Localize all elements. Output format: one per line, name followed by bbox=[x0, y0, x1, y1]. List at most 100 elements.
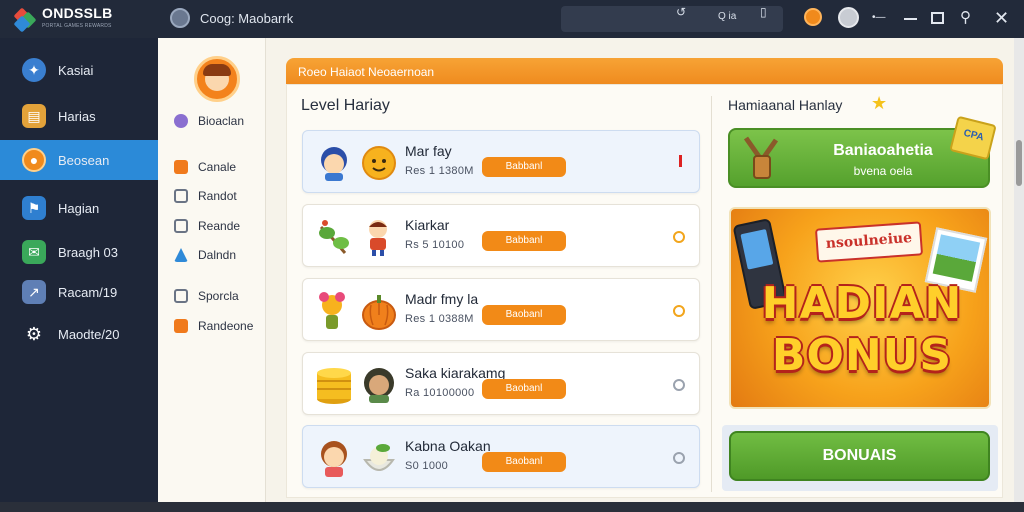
status-marker bbox=[679, 155, 682, 167]
header-banner: Roeo Haiaot Neoaernoan bbox=[286, 58, 1003, 84]
level-row[interactable]: Kabna Oakan S0 1000 Baobanl bbox=[302, 425, 700, 488]
level-name: Madr fmy la bbox=[405, 291, 479, 307]
nav-label: Racam/19 bbox=[58, 284, 118, 300]
level-name: Mar fay bbox=[405, 143, 452, 159]
claim-button[interactable]: Babbanl bbox=[482, 231, 566, 251]
star-icon: ★ bbox=[871, 93, 888, 113]
daily-reward-card[interactable]: Baniaoahetia bvena oela bbox=[728, 128, 990, 188]
nav-label: Harias bbox=[58, 108, 96, 124]
rewards-section-title: Hamiaanal Hanlay bbox=[728, 97, 843, 113]
level-points: Res 1 0388M bbox=[405, 313, 474, 325]
level-row[interactable]: Madr fmy la Res 1 0388M Baobanl bbox=[302, 278, 700, 341]
scrollbar-thumb[interactable] bbox=[1016, 140, 1022, 186]
top-bar: ONDSSLB PORTAL GAMES REWARDS Coog: Maoba… bbox=[0, 0, 1024, 38]
level-name: Kiarkar bbox=[405, 217, 450, 233]
nav-label: Maodte/20 bbox=[58, 326, 120, 342]
search-text[interactable]: Q ia bbox=[718, 11, 736, 22]
search-bar[interactable] bbox=[561, 6, 783, 32]
level-name: Kabna Oakan bbox=[405, 438, 491, 454]
triangle-icon bbox=[174, 248, 188, 262]
profile-icon bbox=[174, 114, 188, 128]
column-divider bbox=[711, 96, 712, 492]
pumpkin-icon bbox=[361, 291, 396, 330]
sub-item-reande[interactable]: Reande bbox=[174, 219, 240, 233]
reward-card-subtitle: bvena oela bbox=[853, 164, 913, 178]
sub-item-sporcla[interactable]: Sporcla bbox=[174, 289, 239, 303]
chart-icon: ↗ bbox=[22, 280, 46, 304]
nav-item-maodte[interactable]: ⚙ Maodte/20 bbox=[0, 314, 158, 354]
coin-stack-icon bbox=[315, 365, 351, 404]
user-menu-icon[interactable]: •— bbox=[872, 8, 886, 28]
claim-button[interactable]: Baobanl bbox=[482, 305, 566, 325]
nav-item-hagian[interactable]: ⚑ Hagian bbox=[0, 188, 158, 228]
bottom-strip bbox=[0, 502, 1024, 512]
tab-title[interactable]: Coog: Maobarrk bbox=[200, 11, 293, 26]
chest-icon: ▤ bbox=[22, 104, 46, 128]
user-avatar[interactable] bbox=[838, 7, 859, 28]
scrollbar-track[interactable] bbox=[1014, 38, 1024, 502]
reward-card-title: Baniaoahetia bbox=[833, 142, 933, 159]
claim-button[interactable]: Babbanl bbox=[482, 157, 566, 177]
app-logo[interactable]: ONDSSLB PORTAL GAMES REWARDS bbox=[13, 5, 113, 33]
logo-name: ONDSSLB bbox=[42, 5, 113, 21]
nav-item-harias[interactable]: ▤ Harias bbox=[0, 96, 158, 136]
level-row[interactable]: Kiarkar Rs 5 10100 Babbanl bbox=[302, 204, 700, 267]
secondary-sidebar: Bioaclan Canale Randot Reande Dalndn Spo… bbox=[158, 38, 266, 512]
mail-icon: ✉ bbox=[22, 240, 46, 264]
maximize-icon[interactable] bbox=[931, 12, 944, 24]
bonus-headline-line1: HADIAN bbox=[761, 278, 963, 329]
claim-button[interactable]: Baobanl bbox=[482, 379, 566, 399]
sub-item-bioaclan[interactable]: Bioaclan bbox=[174, 114, 244, 128]
sub-item-dalndn[interactable]: Dalndn bbox=[174, 248, 236, 262]
nav-item-braagh[interactable]: ✉ Braagh 03 bbox=[0, 232, 158, 272]
flag-icon: ⚑ bbox=[22, 196, 46, 220]
level-row[interactable]: Mar fay Res 1 1380M Babbanl bbox=[302, 130, 700, 193]
search-icon[interactable]: ⚲ bbox=[960, 8, 971, 28]
level-points: Res 1 1380M bbox=[405, 165, 474, 177]
logo-subtitle: PORTAL GAMES REWARDS bbox=[42, 23, 112, 29]
status-circle-icon[interactable] bbox=[673, 231, 685, 243]
level-points: S0 1000 bbox=[405, 460, 449, 472]
bonus-headline-line2: BONUS bbox=[771, 330, 953, 381]
sub-item-randot[interactable]: Randot bbox=[174, 189, 237, 203]
plant-icon bbox=[315, 217, 349, 255]
refresh-icon[interactable]: ↺ bbox=[676, 5, 686, 19]
coin-icon: ● bbox=[22, 148, 46, 172]
profile-avatar[interactable] bbox=[194, 56, 240, 102]
bonus-button[interactable]: BONUAIS bbox=[729, 431, 990, 481]
character-avatar-icon bbox=[361, 217, 395, 256]
gamepad-icon: ✦ bbox=[22, 58, 46, 82]
doc-icon bbox=[174, 189, 188, 203]
character-avatar-icon bbox=[317, 143, 351, 181]
minimize-icon[interactable] bbox=[904, 18, 917, 20]
main-sidebar: ✦ Kasiai ▤ Harias ● Beosean ⚑ Hagian ✉ B… bbox=[0, 38, 158, 512]
star-icon bbox=[174, 160, 188, 174]
logo-icon bbox=[13, 7, 37, 33]
level-row[interactable]: Saka kiarakamg Ra 10100000 Baobanl bbox=[302, 352, 700, 415]
status-circle-icon[interactable] bbox=[673, 452, 685, 464]
gift-icon bbox=[174, 319, 188, 333]
nav-label: Kasiai bbox=[58, 62, 94, 78]
level-section-title: Level Hariay bbox=[301, 97, 390, 114]
sub-item-canale[interactable]: Canale bbox=[174, 160, 236, 174]
nav-label: Braagh 03 bbox=[58, 244, 118, 260]
food-bowl-icon bbox=[361, 438, 395, 476]
browser-tab-icon[interactable] bbox=[170, 8, 190, 28]
level-points: Ra 10100000 bbox=[405, 387, 475, 399]
notification-icon[interactable] bbox=[804, 8, 822, 26]
sub-item-randeone[interactable]: Randeone bbox=[174, 319, 253, 333]
nav-item-racam[interactable]: ↗ Racam/19 bbox=[0, 272, 158, 312]
list-icon bbox=[174, 219, 188, 233]
status-circle-icon[interactable] bbox=[673, 379, 685, 391]
character-avatar-icon bbox=[317, 438, 351, 477]
level-points: Rs 5 10100 bbox=[405, 239, 465, 251]
bookmark-icon[interactable]: ▯ bbox=[760, 5, 767, 19]
bar-chart-icon bbox=[174, 289, 188, 303]
nav-label: Beosean bbox=[58, 152, 110, 168]
close-icon[interactable]: ✕ bbox=[994, 8, 1009, 28]
status-circle-icon[interactable] bbox=[673, 305, 685, 317]
nav-item-beosean[interactable]: ● Beosean bbox=[0, 140, 158, 180]
nav-item-kasiai[interactable]: ✦ Kasiai bbox=[0, 50, 158, 90]
character-avatar-icon bbox=[315, 291, 349, 329]
claim-button[interactable]: Baobanl bbox=[482, 452, 566, 472]
